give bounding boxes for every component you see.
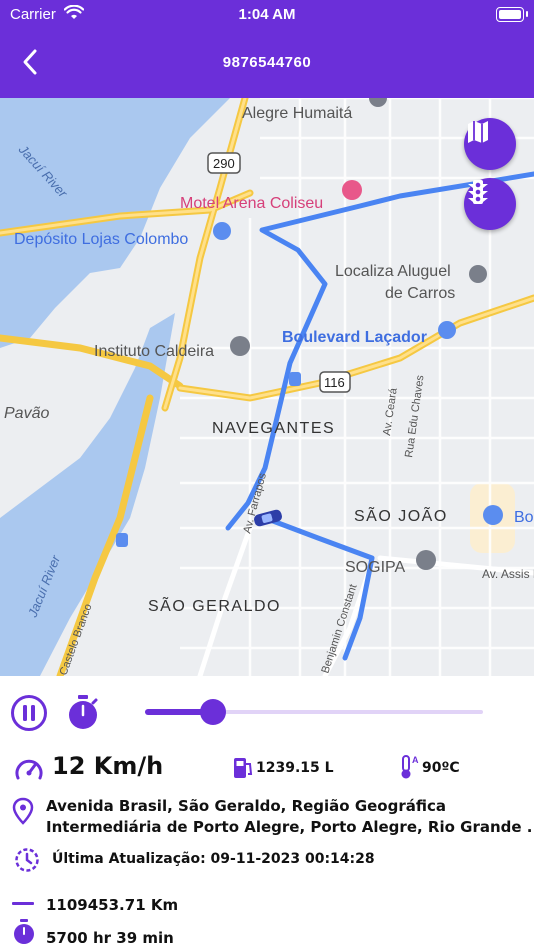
map-label-navegantes: NAVEGANTES bbox=[212, 420, 335, 437]
pause-button[interactable] bbox=[10, 694, 48, 732]
temperature-icon: A bbox=[401, 755, 419, 779]
speedometer-icon bbox=[15, 759, 43, 780]
fuel-icon bbox=[234, 758, 253, 778]
map-label-sogipa: SOGIPA bbox=[345, 559, 405, 576]
map-canvas: Alegre Humaitá Motel Arena Coliseu Depós… bbox=[0, 98, 534, 676]
traffic-button[interactable] bbox=[464, 178, 516, 230]
clock: 1:04 AM bbox=[238, 6, 296, 23]
speed-value: 12 Km/h bbox=[52, 752, 164, 780]
app-header: 9876544760 bbox=[0, 30, 534, 98]
address-line-1: Avenida Brasil, São Geraldo, Região Geog… bbox=[46, 797, 447, 815]
location-pin-icon bbox=[12, 797, 34, 825]
pause-icon bbox=[11, 695, 47, 731]
duration-stopwatch-icon bbox=[14, 919, 34, 944]
fuel-value: 1239.15 L bbox=[256, 760, 334, 776]
duration-value: 5700 hr 39 min bbox=[46, 929, 174, 947]
map-label-sao-geraldo: SÃO GERALDO bbox=[148, 595, 281, 615]
map-view[interactable]: Alegre Humaitá Motel Arena Coliseu Depós… bbox=[0, 98, 534, 676]
page-title: 9876544760 bbox=[222, 54, 312, 71]
map-label-av-assis: Av. Assis B bbox=[482, 567, 534, 581]
map-label-boulevard: Boulevard Laçador bbox=[282, 329, 427, 346]
map-type-button[interactable] bbox=[464, 118, 516, 170]
distance-value: 1109453.71 Km bbox=[46, 896, 179, 914]
temperature-value: 90ºC bbox=[422, 760, 460, 776]
address-line-2: Intermediária de Porto Alegre, Porto Ale… bbox=[46, 818, 534, 836]
stopwatch-icon bbox=[69, 695, 98, 729]
last-update-text: Última Atualização: 09-11-2023 00:14:28 bbox=[52, 851, 375, 867]
map-label-pavao: Pavão bbox=[4, 405, 49, 422]
status-bar: Carrier 1:04 AM bbox=[0, 0, 534, 30]
distance-icon bbox=[12, 902, 34, 905]
map-icon bbox=[468, 121, 488, 143]
map-label-deposito: Depósito Lojas Colombo bbox=[14, 231, 188, 248]
map-label-motel: Motel Arena Coliseu bbox=[180, 195, 323, 212]
history-clock-icon bbox=[15, 848, 39, 872]
traffic-light-icon bbox=[468, 180, 488, 204]
map-label-localiza1: Localiza Aluguel bbox=[335, 263, 451, 280]
map-label-instituto: Instituto Caldeira bbox=[94, 343, 214, 360]
playback-slider[interactable] bbox=[145, 699, 483, 725]
svg-text:A: A bbox=[412, 755, 419, 765]
map-label-sao-joao: SÃO JOÃO bbox=[354, 505, 448, 525]
map-label-290: 290 bbox=[213, 156, 235, 171]
map-label-116: 116 bbox=[324, 375, 345, 390]
speed-timer-button[interactable] bbox=[66, 694, 100, 732]
trip-info-panel: 12 Km/h 1239.15 L A 90ºC Avenida Brasil,… bbox=[0, 676, 534, 950]
map-label-alegre: Alegre Humaitá bbox=[242, 105, 352, 122]
slider-thumb[interactable] bbox=[199, 699, 226, 725]
map-label-bo: Bo bbox=[514, 509, 534, 526]
map-label-localiza2: de Carros bbox=[385, 285, 455, 302]
battery-icon bbox=[496, 7, 528, 22]
